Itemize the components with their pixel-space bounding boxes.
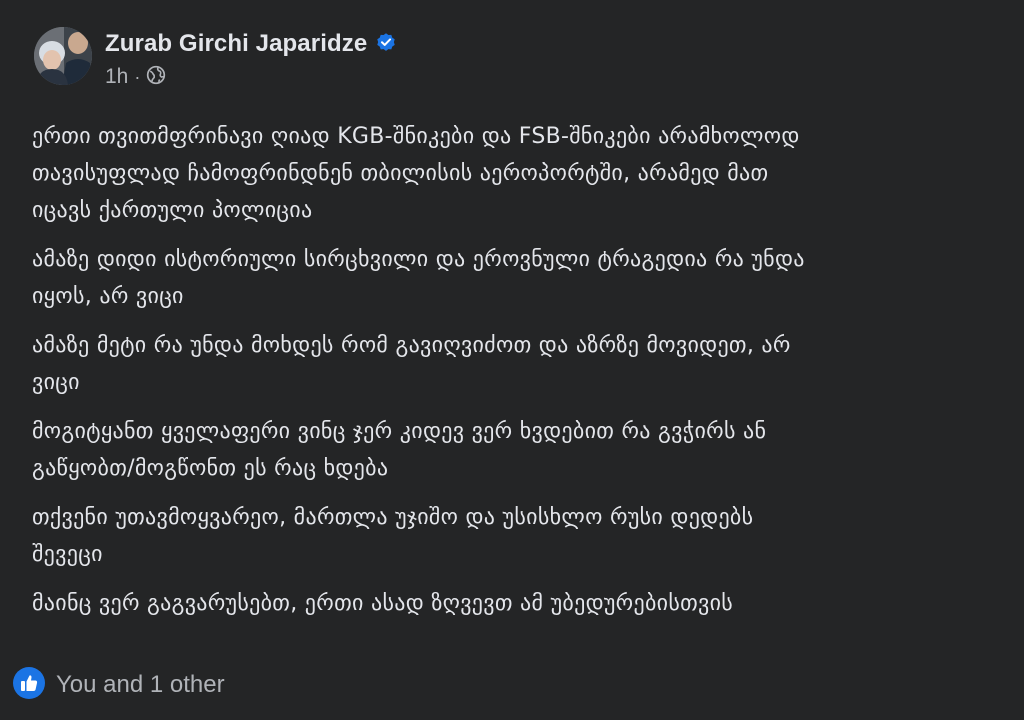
- post-paragraph: ამაზე დიდი ისტორიული სირცხვილი და ეროვნუ…: [32, 247, 805, 309]
- author-name[interactable]: Zurab Girchi Japaridze: [105, 30, 367, 58]
- post-header: Zurab Girchi Japaridze 1h ·: [34, 27, 397, 89]
- reactions-bar[interactable]: You and 1 other: [13, 667, 225, 703]
- author-avatar[interactable]: [34, 27, 92, 85]
- post-paragraph: ამაზე მეტი რა უნდა მოხდეს რომ გავიღვიძოთ…: [32, 333, 791, 395]
- like-icon[interactable]: [13, 667, 45, 703]
- post-paragraph: მოგიტყანთ ყველაფერი ვინც ჯერ კიდევ ვერ ხ…: [32, 419, 767, 481]
- post-paragraph: ერთი თვითმფრინავი ღიად KGB-შნიკები და FS…: [32, 124, 800, 223]
- post-paragraph: მაინც ვერ გაგვარუსებთ, ერთი ასად ზღვევთ …: [32, 591, 734, 616]
- post-timestamp[interactable]: 1h: [105, 65, 128, 89]
- post-paragraph: თქვენი უთავმოყვარეო, მართლა უჯიშო და უსი…: [32, 505, 754, 567]
- post-body: ერთი თვითმფრინავი ღიად KGB-შნიკები და FS…: [32, 118, 992, 634]
- post-card: Zurab Girchi Japaridze 1h · ერთი თვითმფრ…: [0, 0, 1024, 720]
- author-row: Zurab Girchi Japaridze: [105, 27, 397, 61]
- reactions-count[interactable]: You and 1 other: [56, 671, 225, 699]
- post-meta: Zurab Girchi Japaridze 1h ·: [105, 27, 397, 90]
- post-subtitle: 1h ·: [105, 64, 397, 90]
- globe-icon[interactable]: [146, 65, 166, 89]
- separator-dot: ·: [134, 66, 141, 87]
- verified-badge-icon: [367, 31, 397, 57]
